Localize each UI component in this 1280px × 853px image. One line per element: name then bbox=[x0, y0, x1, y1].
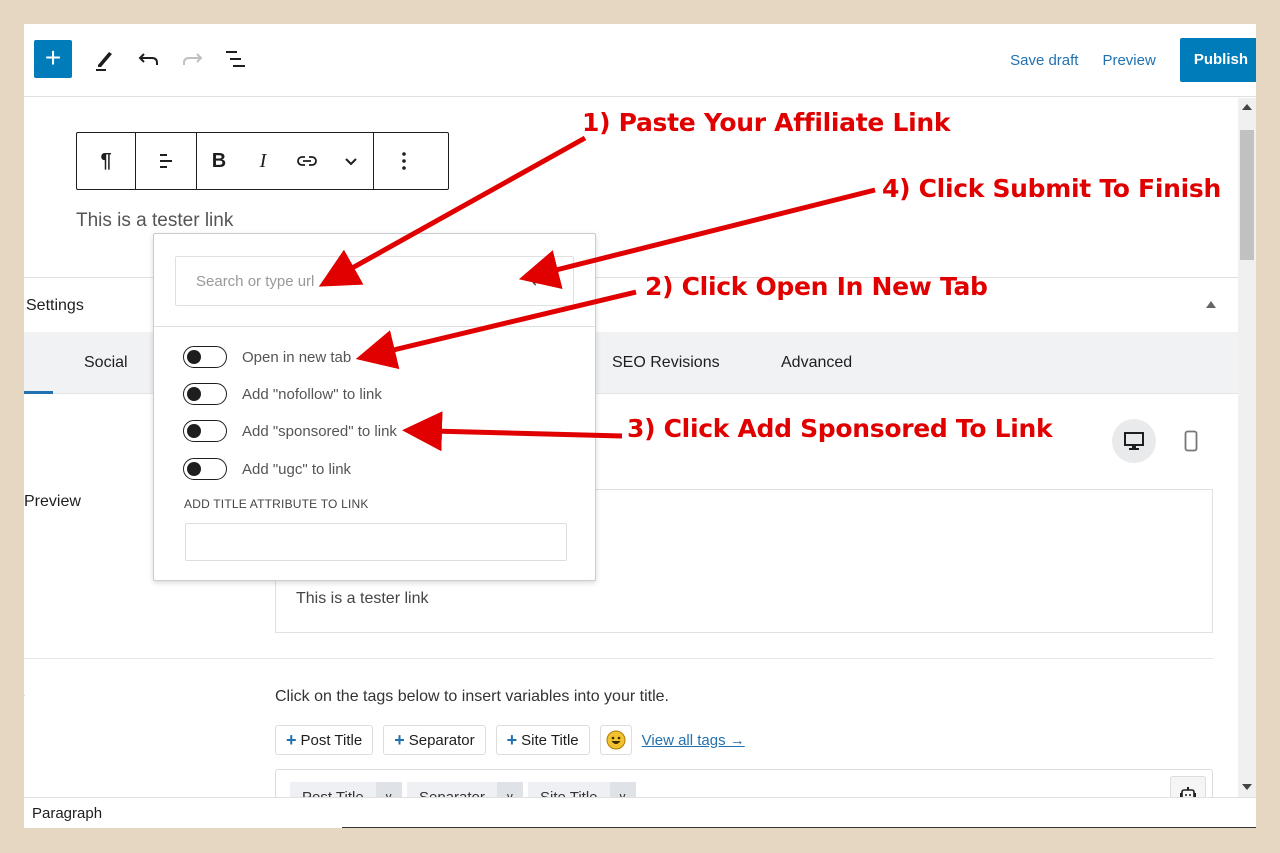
save-draft-button[interactable]: Save draft bbox=[1010, 52, 1078, 69]
tag-label: Site Title bbox=[521, 731, 579, 749]
annotation-step1: 1) Paste Your Affiliate Link bbox=[582, 108, 951, 137]
section-divider bbox=[24, 658, 1213, 659]
toggle-label: Add "sponsored" to link bbox=[242, 422, 397, 440]
link-button[interactable] bbox=[285, 133, 329, 189]
settings-title: Settings bbox=[26, 297, 84, 314]
options-button[interactable] bbox=[374, 133, 434, 189]
title-field-label: e bbox=[24, 687, 25, 705]
annotation-step2: 2) Click Open In New Tab bbox=[645, 272, 988, 301]
preview-label: Preview bbox=[24, 493, 81, 510]
preview-button[interactable]: Preview bbox=[1102, 52, 1155, 69]
italic-button[interactable]: I bbox=[241, 133, 285, 189]
toggle-knob bbox=[187, 387, 201, 401]
mobile-icon bbox=[1184, 430, 1198, 452]
preview-description: This is a tester link bbox=[296, 590, 429, 607]
pencil-tools-icon[interactable] bbox=[92, 46, 118, 72]
tag-post-title-button[interactable]: + Post Title bbox=[275, 725, 374, 755]
undo-icon[interactable] bbox=[136, 46, 162, 72]
link-popover: ↵ Open in new tab Add "nofollow" to link… bbox=[153, 233, 596, 581]
align-group bbox=[136, 133, 197, 189]
toggle-switch[interactable] bbox=[183, 383, 227, 405]
link-icon bbox=[297, 156, 317, 166]
bold-button[interactable]: B bbox=[197, 133, 241, 189]
scroll-up-arrow-icon[interactable] bbox=[1242, 104, 1252, 110]
desktop-icon bbox=[1124, 432, 1144, 450]
align-left-icon bbox=[160, 154, 172, 168]
chevron-down-icon bbox=[345, 158, 357, 166]
align-button[interactable] bbox=[136, 133, 196, 189]
toggle-switch[interactable] bbox=[183, 458, 227, 480]
top-toolbar: + Save draft Preview Publish bbox=[24, 24, 1256, 97]
top-actions: Save draft Preview Publish bbox=[1010, 38, 1256, 82]
toggle-switch[interactable] bbox=[183, 420, 227, 442]
block-breadcrumb-bar: Paragraph bbox=[24, 797, 1256, 828]
options-group bbox=[374, 133, 434, 189]
more-formats-button[interactable] bbox=[329, 133, 373, 189]
toggle-switch[interactable] bbox=[183, 346, 227, 368]
breadcrumb-paragraph[interactable]: Paragraph bbox=[32, 805, 102, 822]
tag-separator-button[interactable]: + Separator bbox=[383, 725, 486, 755]
block-type-group: ¶ bbox=[77, 133, 136, 189]
statusbar-border bbox=[342, 827, 1256, 828]
toggle-nofollow[interactable]: Add "nofollow" to link bbox=[183, 383, 382, 405]
popover-divider bbox=[154, 326, 595, 327]
toggle-open-new-tab[interactable]: Open in new tab bbox=[183, 346, 351, 368]
tag-buttons: + Post Title + Separator + Site Title View … bbox=[275, 725, 745, 755]
tag-label: Post Title bbox=[300, 731, 363, 749]
add-block-button[interactable]: + bbox=[34, 40, 72, 78]
emoji-button[interactable] bbox=[599, 725, 632, 755]
title-attribute-label: ADD TITLE ATTRIBUTE TO LINK bbox=[184, 497, 369, 511]
annotation-step4: 4) Click Submit To Finish bbox=[882, 174, 1221, 203]
toggle-knob bbox=[187, 424, 201, 438]
toggle-label: Open in new tab bbox=[242, 348, 352, 366]
toggle-label: Add "nofollow" to link bbox=[242, 385, 382, 403]
more-vertical-icon bbox=[402, 152, 406, 170]
mobile-preview-button[interactable] bbox=[1179, 429, 1203, 453]
url-search-input[interactable] bbox=[175, 256, 574, 306]
toggle-sponsored[interactable]: Add "sponsored" to link bbox=[183, 420, 397, 442]
plus-icon: + bbox=[286, 729, 297, 750]
scroll-down-arrow-icon[interactable] bbox=[1242, 784, 1252, 790]
paragraph-block-icon[interactable]: ¶ bbox=[77, 133, 135, 189]
toggle-label: Add "ugc" to link bbox=[242, 460, 352, 478]
active-tab-indicator bbox=[24, 391, 53, 394]
format-group: B I bbox=[197, 133, 374, 189]
desktop-preview-button[interactable] bbox=[1112, 419, 1156, 463]
toggle-ugc[interactable]: Add "ugc" to link bbox=[183, 458, 351, 480]
tags-help-text: Click on the tags below to insert variab… bbox=[275, 688, 669, 705]
redo-icon[interactable] bbox=[179, 46, 205, 72]
submit-link-icon[interactable]: ↵ bbox=[532, 274, 546, 290]
tag-label: Separator bbox=[408, 731, 475, 749]
block-toolbar: ¶ B I bbox=[76, 132, 449, 190]
annotation-step3: 3) Click Add Sponsored To Link bbox=[627, 414, 1053, 443]
tab-advanced[interactable]: Advanced bbox=[781, 354, 852, 372]
tag-site-title-button[interactable]: + Site Title bbox=[495, 725, 590, 755]
tab-social[interactable]: Social bbox=[84, 354, 128, 372]
toggle-knob bbox=[187, 462, 201, 476]
tab-seo-revisions[interactable]: SEO Revisions bbox=[612, 354, 720, 372]
paragraph-block[interactable]: This is a tester link bbox=[76, 210, 233, 232]
title-attribute-input[interactable] bbox=[185, 523, 567, 561]
document-overview-icon[interactable] bbox=[223, 46, 249, 72]
vertical-scrollbar[interactable] bbox=[1238, 98, 1256, 798]
scroll-thumb[interactable] bbox=[1240, 130, 1254, 260]
toggle-knob bbox=[187, 350, 201, 364]
publish-button[interactable]: Publish bbox=[1179, 38, 1256, 82]
plus-icon: + bbox=[394, 729, 405, 750]
plus-icon: + bbox=[506, 729, 518, 750]
emoji-smile-icon bbox=[606, 730, 626, 750]
view-all-tags-link[interactable]: View all tags → bbox=[642, 732, 745, 749]
collapse-arrow-icon[interactable] bbox=[1206, 301, 1216, 308]
